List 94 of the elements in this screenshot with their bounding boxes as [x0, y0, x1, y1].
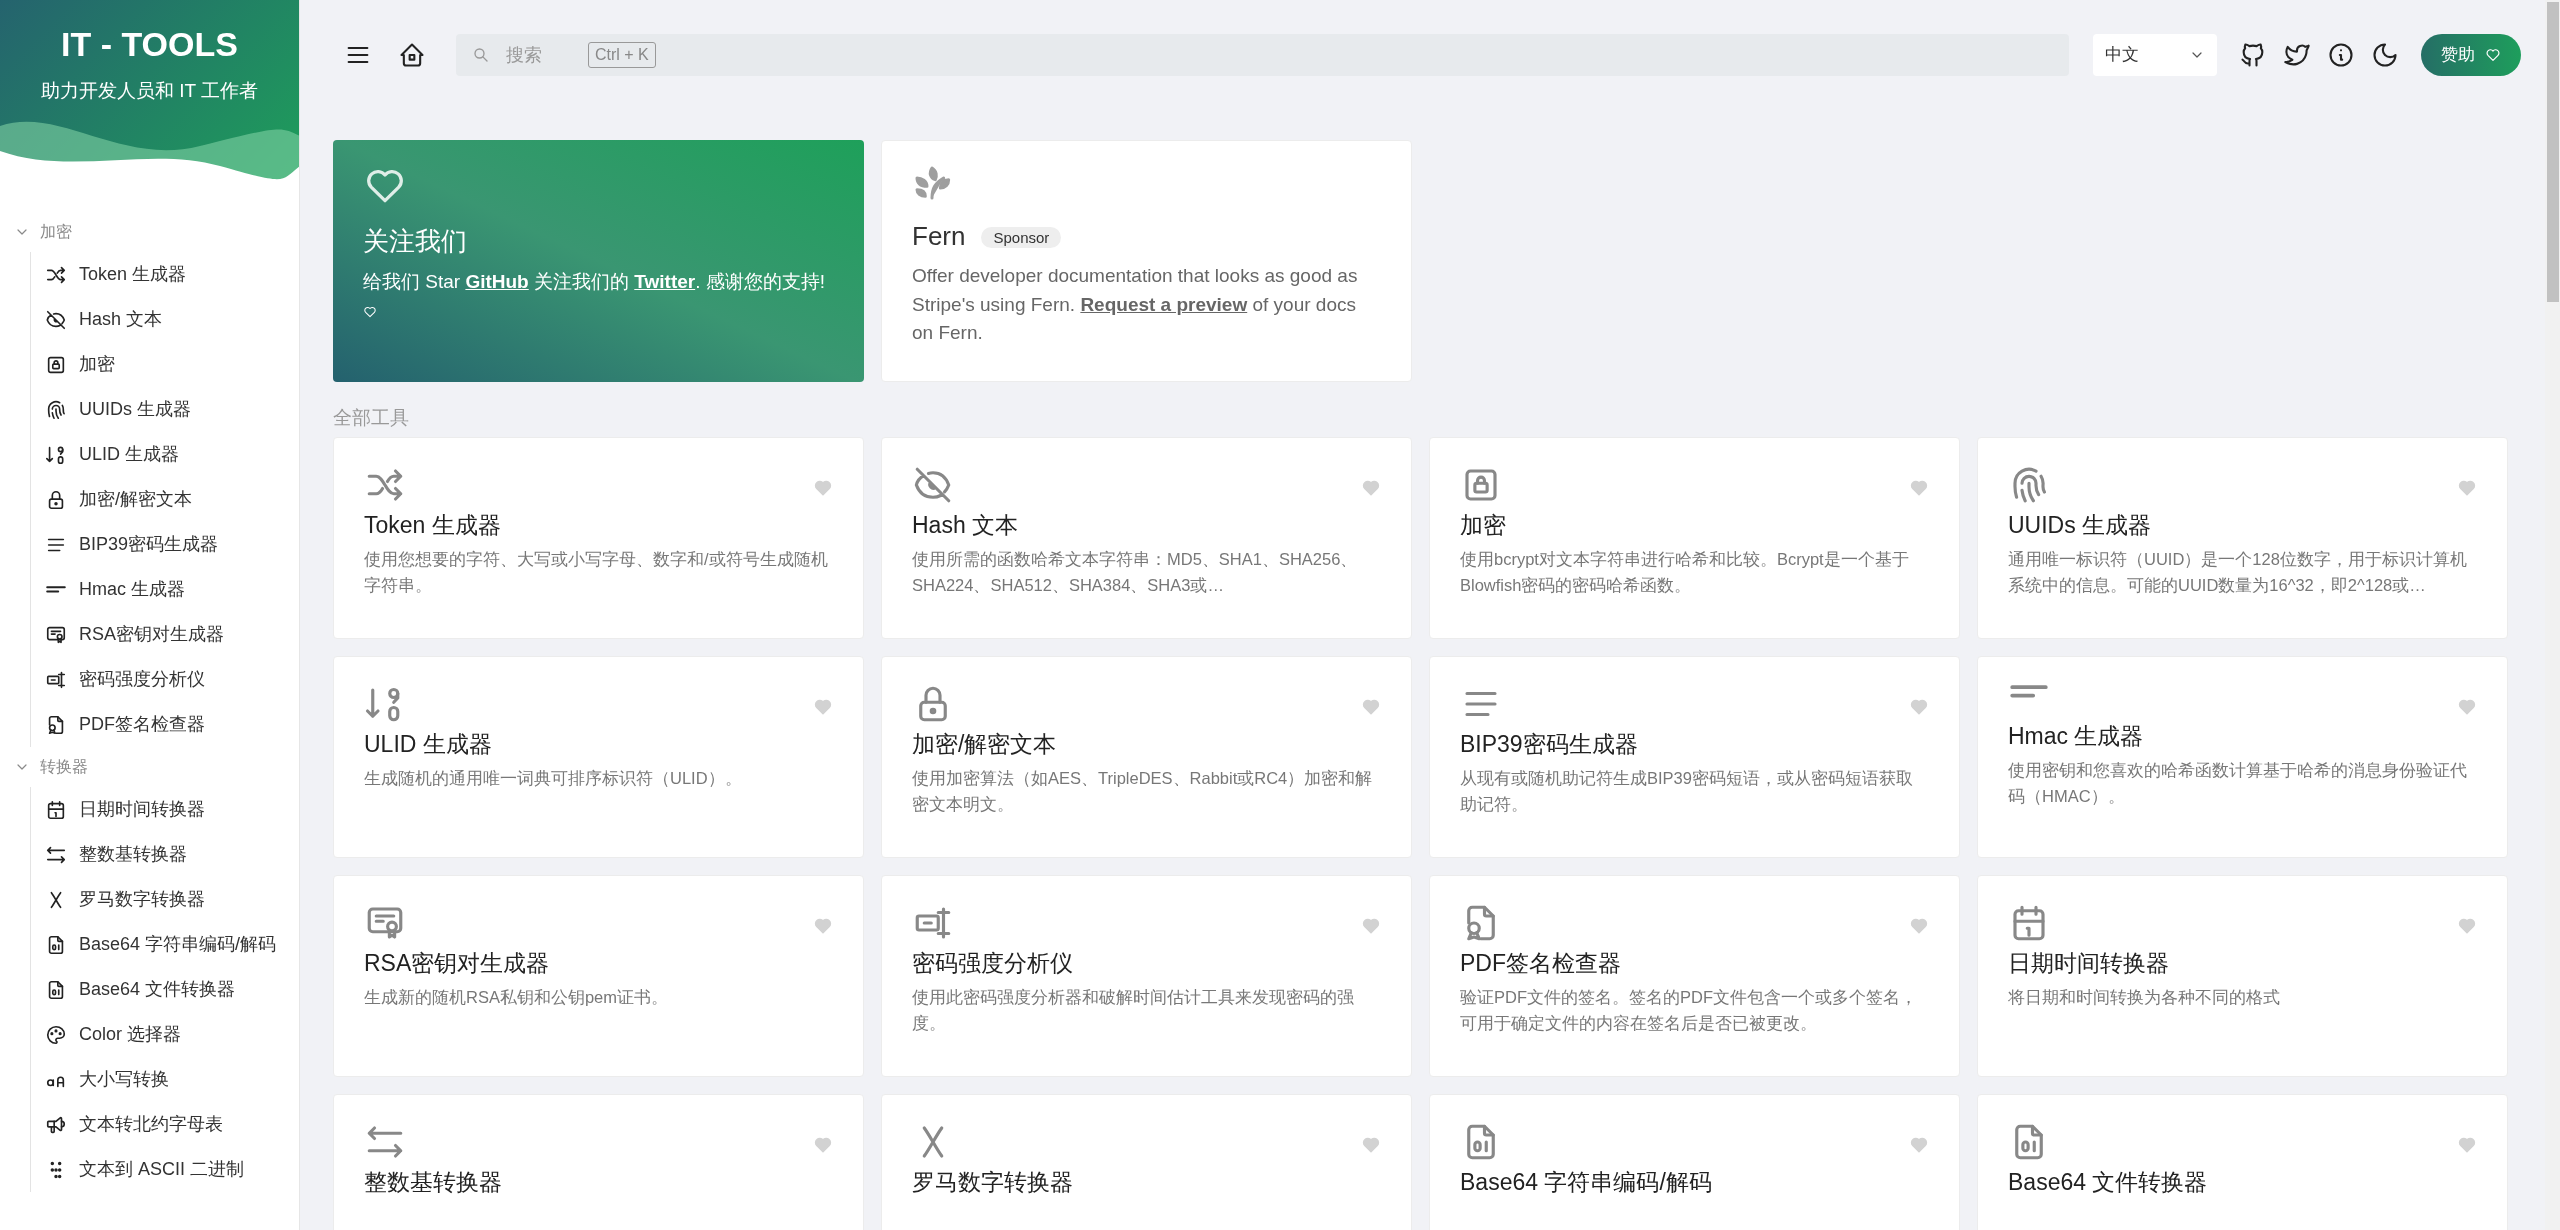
sidebar-item[interactable]: Color 选择器	[31, 1012, 299, 1057]
tool-description: 验证PDF文件的签名。签名的PDF文件包含一个或多个签名，可用于确定文件的内容在签名后是否已被更改。	[1460, 987, 1918, 1034]
sidebar-item[interactable]: RSA密钥对生成器	[31, 612, 299, 657]
tool-title: 整数基转换器	[364, 1168, 503, 1197]
tool-description: 使用此密码强度分析器和破解时间估计工具来发现密码的强度。	[912, 987, 1355, 1034]
sidebar-item[interactable]: 加密/解密文本	[31, 477, 299, 522]
sidebar-item[interactable]: BIP39密码生成器	[31, 522, 299, 567]
text-link[interactable]: Request a preview	[1080, 293, 1248, 315]
search-icon	[472, 46, 490, 64]
sidebar-item[interactable]: 文本到 ASCII 二进制	[31, 1147, 299, 1192]
info-icon	[2327, 41, 2355, 69]
sponsor-description: Offer developer documentation that looks as good as Stripe's using Fern. Request a preview of your docs on Fern.	[912, 264, 1359, 346]
tool-card[interactable]: ULID 生成器 生成随机的通用唯一词典可排序标识符（ULID）。	[333, 655, 864, 858]
tool-description: 从现有或随机助记符生成BIP39密码短语，或从密码短语获取助记符。	[1460, 768, 1914, 815]
tool-description: 使用您想要的字符、大写或小写字母、数字和/或符号生成随机字符串。	[364, 549, 829, 596]
sponsor-tag: Sponsor	[981, 227, 1062, 249]
tool-title: Token 生成器	[364, 511, 502, 540]
text-link[interactable]: GitHub	[465, 271, 529, 293]
tool-card[interactable]: UUIDs 生成器 通用唯一标识符（UUID）是一个128位数字，用于标识计算机系统中的信息。可能的UUID数量为16^32，即2^128或…	[1977, 436, 2508, 639]
text-link[interactable]: Twitter	[634, 271, 696, 293]
tool-title: Hash 文本	[912, 511, 1020, 540]
card-title: Fern	[912, 221, 966, 251]
sidebar-item[interactable]: 日期时间转换器	[31, 787, 299, 832]
tool-card[interactable]: Token 生成器 使用您想要的字符、大写或小写字母、数字和/或符号生成随机字符串。	[333, 436, 864, 639]
sidebar-group-header[interactable]: 加密	[0, 212, 299, 252]
tool-card[interactable]: 加密 使用bcrypt对文本字符串进行哈希和比较。Bcrypt是一个基于Blowfish密码的密码哈希函数。	[1429, 436, 1960, 639]
sidebar-item[interactable]: PDF签名检查器	[31, 702, 299, 747]
small-heart-icon	[363, 304, 377, 319]
sidebar-item[interactable]: ULID 生成器	[31, 432, 299, 477]
eye-off-icon	[45, 308, 67, 331]
app-title: IT - TOOLS	[60, 24, 239, 65]
app-subtitle: 助力开发人员和 IT 工作者	[39, 78, 260, 103]
scrollbar-thumb[interactable]	[2546, 2, 2559, 302]
shortcut-hint: Ctrl + K	[588, 42, 656, 68]
heart-icon	[2485, 47, 2501, 63]
short-lines-icon	[45, 585, 67, 594]
moon-icon	[2371, 41, 2399, 69]
calendar-icon	[45, 798, 67, 821]
sidebar-item[interactable]: 整数基转换器	[31, 832, 299, 877]
tool-description: 通用唯一标识符（UUID）是一个128位数字，用于标识计算机系统中的信息。可能的UUID数量为16^32，即2^128或…	[2008, 549, 2468, 596]
tool-title: Hmac 生成器	[2008, 722, 2145, 751]
tool-title: 密码强度分析仪	[912, 949, 1074, 978]
tool-description: 将日期和时间转换为各种不同的格式	[2008, 987, 2281, 1009]
tool-card[interactable]: 日期时间转换器 将日期和时间转换为各种不同的格式	[1977, 874, 2508, 1077]
tool-card[interactable]: BIP39密码生成器 从现有或随机助记符生成BIP39密码短语，或从密码短语获取助记符。	[1429, 655, 1960, 858]
sidebar-group-header[interactable]: 转换器	[0, 747, 299, 787]
sidebar-item[interactable]: UUIDs 生成器	[31, 387, 299, 432]
tool-title: Base64 字符串编码/解码	[1460, 1168, 1713, 1197]
tool-description: 使用所需的函数哈希文本字符串：MD5、SHA1、SHA256、SHA224、SHA512、SHA384、SHA3或…	[912, 549, 1359, 596]
fingerprint-icon	[45, 398, 67, 421]
tool-title: PDF签名检查器	[1460, 949, 1622, 978]
tool-description: 使用密钥和您喜欢的哈希函数计算基于哈希的消息身份验证代码（HMAC）。	[2008, 760, 2468, 807]
sidebar-item[interactable]: 罗马数字转换器	[31, 877, 299, 922]
sidebar-item[interactable]: 文本转北约字母表	[31, 1102, 299, 1147]
tool-title: 罗马数字转换器	[912, 1168, 1074, 1197]
tool-title: 加密/解密文本	[912, 730, 1058, 759]
tool-card[interactable]: 加密/解密文本 使用加密算法（如AES、TripleDES、Rabbit或RC4）加密和解密文本明文。	[881, 655, 1412, 858]
sidebar-item[interactable]: Hmac 生成器	[31, 567, 299, 612]
tool-card[interactable]: RSA密钥对生成器 生成新的随机RSA私钥和公钥pem证书。	[333, 874, 864, 1077]
follow-message: 给我们 Star GitHub 关注我们的 Twitter. 感谢您的支持!	[363, 270, 826, 295]
section-label: 全部工具	[333, 406, 410, 430]
sidebar-item[interactable]: Base64 字符串编码/解码	[31, 922, 299, 967]
tool-card[interactable]: Base64 字符串编码/解码	[1429, 1093, 1960, 1230]
tool-title: 日期时间转换器	[2008, 949, 2170, 978]
tool-description: 生成随机的通用唯一词典可排序标识符（ULID）。	[364, 768, 743, 790]
sidebar-item[interactable]: Token 生成器	[31, 252, 299, 297]
sidebar-item[interactable]: Base64 文件转换器	[31, 967, 299, 1012]
sidebar-item[interactable]: 大小写转换	[31, 1057, 299, 1102]
tool-title: UUIDs 生成器	[2008, 511, 2153, 540]
palette-icon	[45, 1023, 67, 1046]
tool-card[interactable]: 整数基转换器	[333, 1093, 864, 1230]
tool-description: 使用加密算法（如AES、TripleDES、Rabbit或RC4）加密和解密文本明文。	[912, 768, 1374, 815]
tool-card[interactable]: PDF签名检查器 验证PDF文件的签名。签名的PDF文件包含一个或多个签名，可用于确定文件的内容在签名后是否已被更改。	[1429, 874, 1960, 1077]
sponsor-button[interactable]: 赞助	[2421, 34, 2521, 76]
short-lines-icon	[2008, 682, 2050, 700]
tool-title: BIP39密码生成器	[1460, 730, 1639, 759]
tool-card[interactable]: Hmac 生成器 使用密钥和您喜欢的哈希函数计算基于哈希的消息身份验证代码（HMAC）。	[1977, 655, 2508, 858]
tool-title: Base64 文件转换器	[2008, 1168, 2209, 1197]
tool-title: RSA密钥对生成器	[364, 949, 551, 978]
card-title: 关注我们	[363, 226, 468, 258]
tool-card[interactable]: 密码强度分析仪 使用此密码强度分析器和破解时间估计工具来发现密码的强度。	[881, 874, 1412, 1077]
tool-description: 使用bcrypt对文本字符串进行哈希和比较。Bcrypt是一个基于Blowfish密码的密码哈希函数。	[1460, 549, 1910, 596]
language-select[interactable]: 中文	[2093, 34, 2217, 76]
sidebar-item[interactable]: 加密	[31, 342, 299, 387]
tool-card[interactable]: Hash 文本 使用所需的函数哈希文本字符串：MD5、SHA1、SHA256、SHA224、SHA512、SHA384、SHA3或…	[881, 436, 1412, 639]
tool-card[interactable]: 罗马数字转换器	[881, 1093, 1412, 1230]
tool-description: 生成新的随机RSA私钥和公钥pem证书。	[364, 987, 670, 1009]
tool-title: 加密	[1460, 511, 1507, 540]
sidebar-item[interactable]: Hash 文本	[31, 297, 299, 342]
home-icon	[398, 41, 426, 69]
search-input[interactable]: 搜索	[504, 40, 574, 70]
tool-title: ULID 生成器	[364, 730, 493, 759]
sidebar-item[interactable]: 密码强度分析仪	[31, 657, 299, 702]
tool-card[interactable]: Base64 文件转换器	[1977, 1093, 2508, 1230]
